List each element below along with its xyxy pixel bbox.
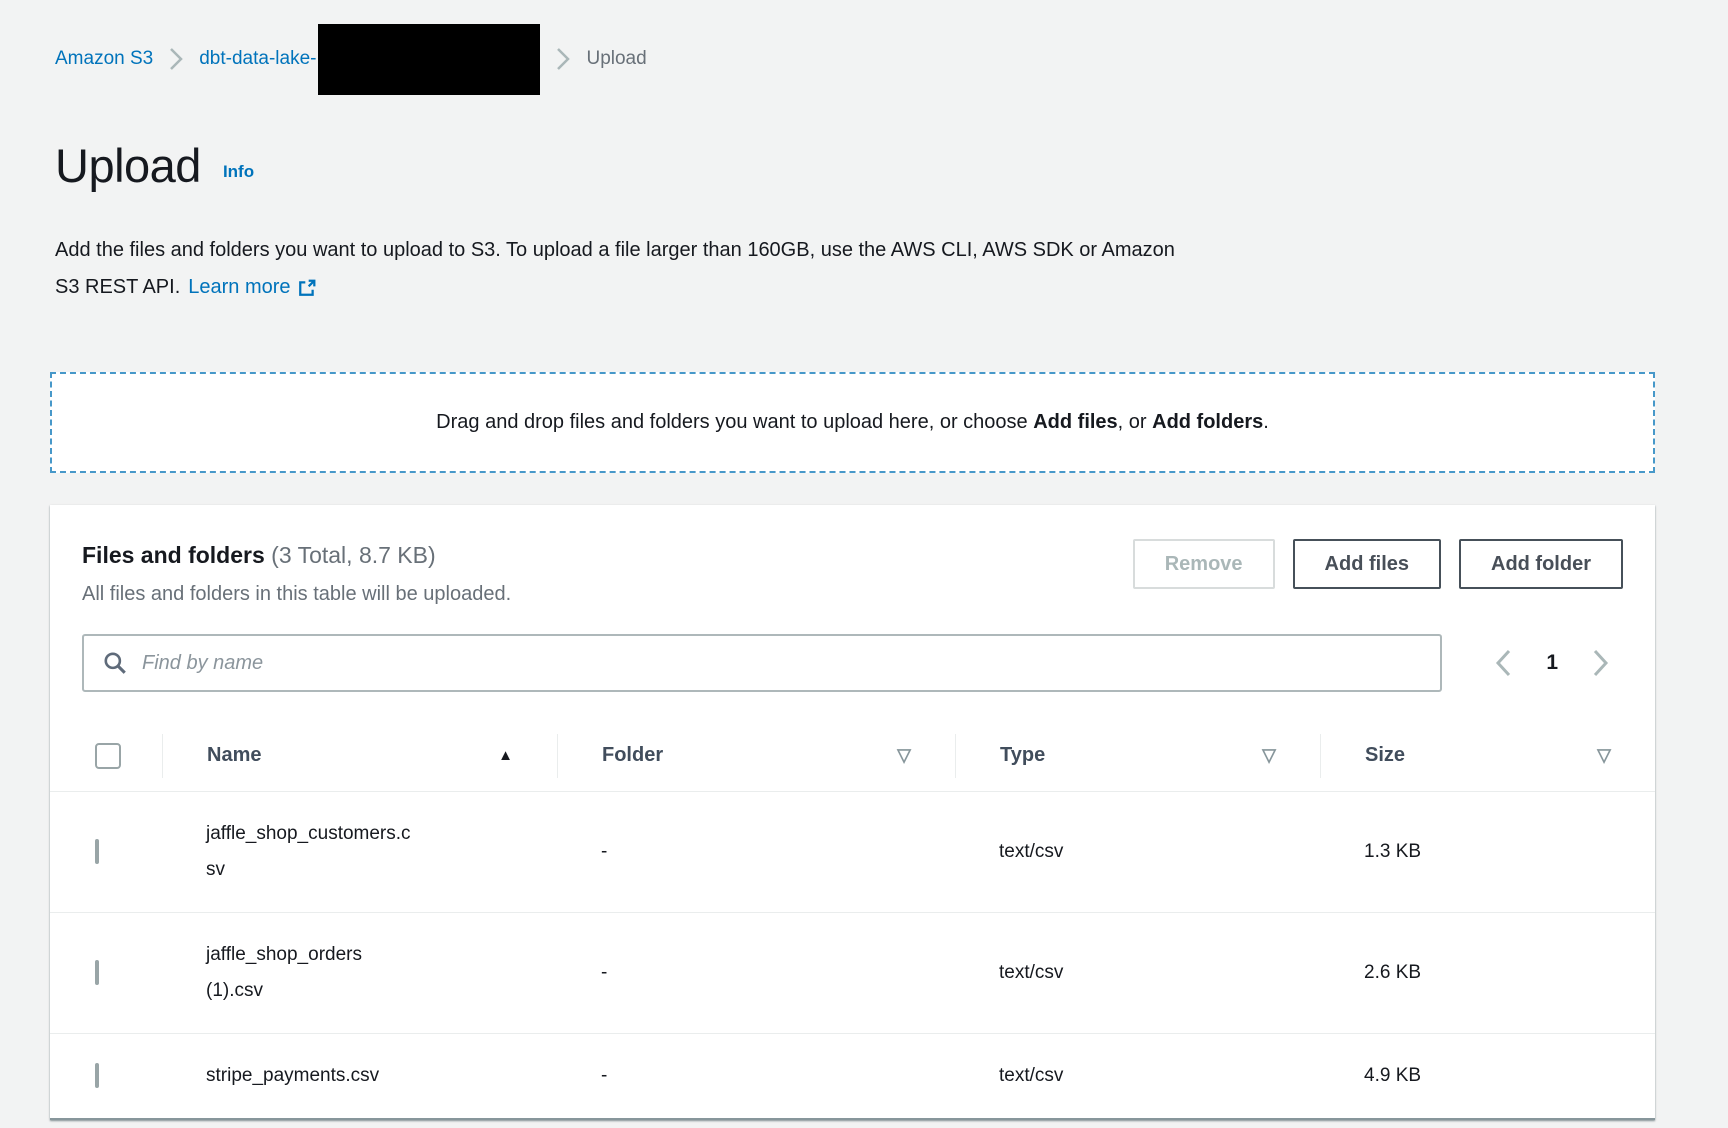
- sortable-icon[interactable]: ▽: [1597, 745, 1611, 766]
- drag-drop-upload-zone[interactable]: Drag and drop files and folders you want…: [50, 372, 1655, 473]
- panel-count-summary: (3 Total, 8.7 KB): [271, 542, 436, 568]
- intro-line-2: S3 REST API.: [55, 269, 180, 306]
- breadcrumb-chevron-icon: [169, 46, 183, 72]
- info-link[interactable]: Info: [223, 162, 254, 182]
- column-header-name[interactable]: Name ▲: [162, 734, 557, 778]
- breadcrumb: Amazon S3 dbt-data-lake- Upload: [55, 22, 1728, 96]
- file-type: text/csv: [955, 938, 1320, 1008]
- files-and-folders-panel: Files and folders (3 Total, 8.7 KB) All …: [50, 505, 1655, 1120]
- column-header-size[interactable]: Size ▽: [1320, 734, 1655, 778]
- file-name: stripe_payments.csv: [162, 1034, 557, 1118]
- external-link-icon: [298, 279, 316, 297]
- previous-page-icon[interactable]: [1495, 648, 1512, 678]
- file-name: jaffle_shop_customers.c sv: [162, 792, 557, 912]
- table-row: jaffle_shop_orders (1).csv - text/csv 2.…: [50, 913, 1655, 1034]
- select-all-checkbox[interactable]: [95, 743, 121, 769]
- pagination: 1: [1495, 648, 1623, 678]
- row-checkbox[interactable]: [95, 839, 99, 864]
- breadcrumb-chevron-icon: [556, 46, 570, 72]
- row-checkbox[interactable]: [95, 1063, 99, 1088]
- row-checkbox[interactable]: [95, 960, 99, 985]
- breadcrumb-link-bucket[interactable]: dbt-data-lake-: [199, 48, 316, 70]
- search-box[interactable]: [82, 634, 1442, 692]
- sortable-icon[interactable]: ▽: [1262, 745, 1276, 766]
- intro-line-1: Add the files and folders you want to up…: [55, 232, 1655, 269]
- page-number[interactable]: 1: [1546, 651, 1558, 675]
- table-row: jaffle_shop_customers.c sv - text/csv 1.…: [50, 792, 1655, 913]
- panel-title: Files and folders (3 Total, 8.7 KB): [82, 539, 511, 571]
- search-input[interactable]: [142, 636, 1440, 690]
- table-header-row: Name ▲ Folder ▽ Type ▽ Size ▽: [50, 720, 1655, 792]
- file-folder: -: [557, 817, 955, 887]
- column-header-type[interactable]: Type ▽: [955, 734, 1320, 778]
- dropzone-text: Drag and drop files and folders you want…: [436, 411, 1269, 434]
- redacted-region: [318, 24, 540, 95]
- search-icon: [102, 650, 128, 676]
- add-folder-button[interactable]: Add folder: [1459, 539, 1623, 589]
- file-size: 2.6 KB: [1320, 938, 1655, 1008]
- file-size: 4.9 KB: [1320, 1041, 1655, 1111]
- add-files-button[interactable]: Add files: [1293, 539, 1441, 589]
- file-type: text/csv: [955, 1041, 1320, 1111]
- file-folder: -: [557, 938, 955, 1008]
- file-name: jaffle_shop_orders (1).csv: [162, 913, 557, 1033]
- sort-ascending-icon[interactable]: ▲: [498, 747, 513, 764]
- intro-text: Add the files and folders you want to up…: [55, 232, 1655, 306]
- column-header-folder[interactable]: Folder ▽: [557, 734, 955, 778]
- panel-description: All files and folders in this table will…: [82, 583, 511, 606]
- breadcrumb-current-upload: Upload: [586, 48, 646, 70]
- file-size: 1.3 KB: [1320, 817, 1655, 887]
- learn-more-label: Learn more: [188, 269, 290, 306]
- sortable-icon[interactable]: ▽: [897, 745, 911, 766]
- remove-button[interactable]: Remove: [1133, 539, 1275, 589]
- next-page-icon[interactable]: [1592, 648, 1609, 678]
- file-type: text/csv: [955, 817, 1320, 887]
- breadcrumb-link-amazon-s3[interactable]: Amazon S3: [55, 48, 153, 70]
- learn-more-link[interactable]: Learn more: [188, 269, 315, 306]
- table-row: stripe_payments.csv - text/csv 4.9 KB: [50, 1034, 1655, 1120]
- file-folder: -: [557, 1041, 955, 1111]
- files-table: Name ▲ Folder ▽ Type ▽ Size ▽ jaffle_sho…: [50, 720, 1655, 1120]
- page-title: Upload: [55, 140, 201, 192]
